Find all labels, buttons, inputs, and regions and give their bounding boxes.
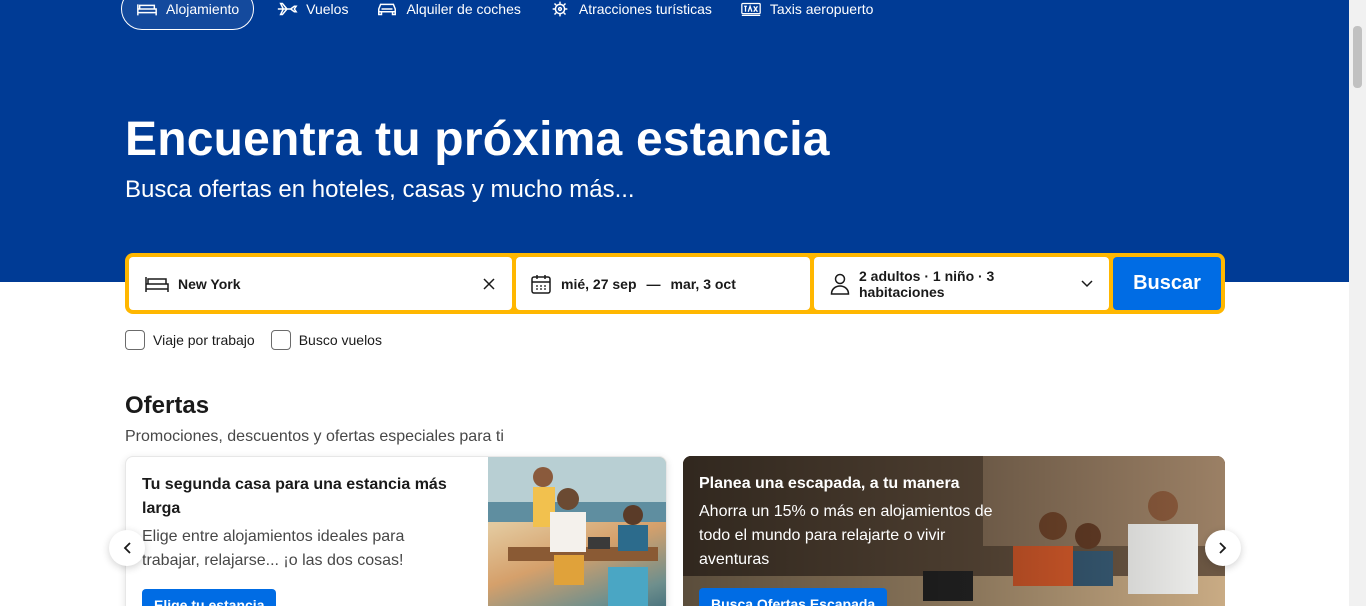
nav-item-alquiler-coches[interactable]: Alquiler de coches [362,0,534,30]
nav-label: Atracciones turísticas [578,1,712,17]
car-icon [378,3,397,16]
offer-card-long-stay[interactable]: Tu segunda casa para una estancia más la… [125,456,667,606]
offers-subtitle: Promociones, descuentos y ofertas especi… [125,428,504,445]
offer-card-button[interactable]: Elige tu estancia [142,589,277,606]
checkbox-label: Busco vuelos [298,332,382,348]
offers-title: Ofertas [125,392,210,419]
top-nav: Alojamiento Vuelos Alquiler de coches At… [121,0,887,30]
offer-card-description: Ahorra un 15% o más en alojamientos de t… [699,503,993,568]
search-options: Viaje por trabajo Busco vuelos [125,330,382,350]
attraction-icon [552,1,568,17]
nav-item-vuelos[interactable]: Vuelos [262,0,362,30]
calendar-icon [531,274,551,294]
offer-card-getaway[interactable]: Planea una escapada, a tu manera Ahorra … [683,456,1225,606]
checkbox-business-trip[interactable]: Viaje por trabajo [125,330,255,350]
bed-icon [145,276,169,292]
nav-label: Vuelos [306,1,349,17]
carousel-next-button[interactable] [1205,530,1241,566]
scrollbar[interactable] [1349,0,1366,606]
offer-card-description: Elige entre alojamientos ideales para tr… [142,528,405,569]
clear-icon[interactable] [482,277,496,291]
offer-card-image [488,457,666,606]
offer-card-title: Planea una escapada, a tu manera [699,475,960,492]
check-out-date: mar, 3 oct [670,275,736,292]
chevron-down-icon [1081,279,1093,287]
checkbox-flights[interactable]: Busco vuelos [270,330,382,350]
nav-item-atracciones[interactable]: Atracciones turísticas [535,0,726,30]
bed-icon [137,4,157,16]
people-working-image [488,457,666,606]
destination-input[interactable]: New York [178,276,482,292]
nav-label: Taxis aeropuerto [769,1,874,17]
guests-field[interactable]: 2 adultos · 1 niño · 3 habitaciones [814,257,1109,310]
hero-title: Encuentra tu próxima estancia [125,113,830,166]
carousel-prev-button[interactable] [109,530,145,566]
destination-field[interactable]: New York [129,257,512,310]
nav-item-alojamiento[interactable]: Alojamiento [121,0,255,30]
nav-label: Alojamiento [166,1,240,17]
date-field[interactable]: mié, 27 sep — mar, 3 oct [516,257,810,310]
scrollbar-thumb[interactable] [1353,26,1362,88]
nav-item-taxis[interactable]: Taxis aeropuerto [726,0,888,30]
chevron-left-icon [123,542,131,554]
person-icon [830,273,850,295]
date-separator: — [646,275,661,292]
hero-subtitle: Busca ofertas en hoteles, casas y mucho … [125,176,635,203]
taxi-icon [741,2,761,17]
checkbox[interactable] [270,330,291,350]
guests-value: 2 adultos · 1 niño · 3 habitaciones [859,267,995,300]
offer-card-title: Tu segunda casa para una estancia más la… [142,476,447,517]
plane-icon [277,2,298,16]
search-button[interactable]: Buscar [1113,257,1221,310]
checkbox[interactable] [125,330,145,350]
chevron-right-icon [1219,542,1227,554]
nav-label: Alquiler de coches [406,1,521,17]
check-in-date: mié, 27 sep [561,275,637,292]
search-bar: New York mié, 27 sep — mar, 3 oct 2 adul… [125,253,1225,314]
offer-card-button[interactable]: Busca Ofertas Escapada [699,588,888,606]
checkbox-label: Viaje por trabajo [153,332,255,348]
